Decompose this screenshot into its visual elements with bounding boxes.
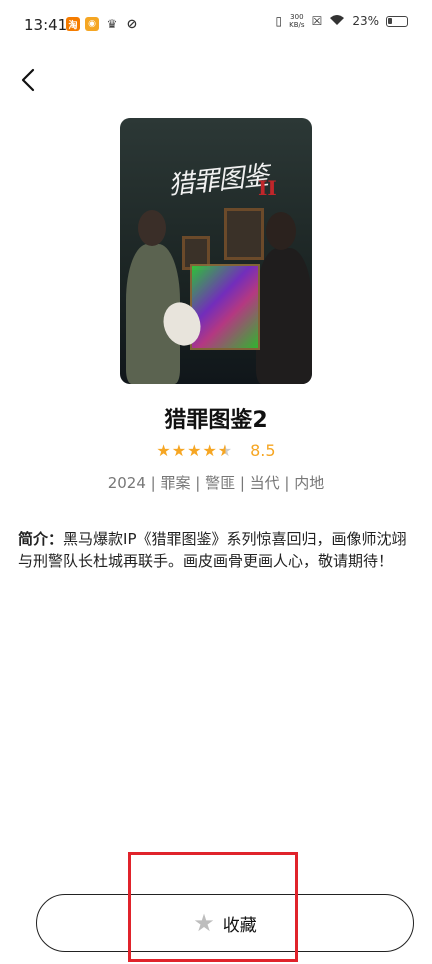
wifi-icon xyxy=(329,14,345,29)
battery-percent: 23% xyxy=(352,14,379,28)
taobao-icon: 淘 xyxy=(66,17,80,31)
star-icon: ★ xyxy=(156,440,171,460)
chevron-left-icon xyxy=(21,68,35,92)
poster-title: 猎罪图鉴 xyxy=(166,160,270,202)
favorite-label: 收藏 xyxy=(222,915,257,936)
crown-icon: ♛ xyxy=(106,17,118,31)
poster-head-right xyxy=(266,212,296,250)
star-icon: ★ xyxy=(187,440,202,460)
net-speed-unit: KB/s xyxy=(289,21,305,29)
status-app-icons: 淘 ◉ ♛ ⊘ xyxy=(66,16,139,32)
rating-row: ★ ★ ★ ★ ★ 8.5 xyxy=(0,441,432,460)
link-icon: ⊘ xyxy=(126,16,138,32)
status-bar: 13:41 淘 ◉ ♛ ⊘ ▯ 300 KB/s ☒ 23% xyxy=(0,0,432,52)
poster-image: 猎罪图鉴 II xyxy=(120,118,312,384)
sim-icon: ☒ xyxy=(311,14,323,28)
net-speed: 300 KB/s xyxy=(289,13,304,29)
synopsis-label: 简介： xyxy=(18,530,64,548)
status-time: 13:41 xyxy=(24,16,68,34)
rating-score: 8.5 xyxy=(250,441,276,460)
status-right: ▯ 300 KB/s ☒ 23% xyxy=(276,13,408,29)
rating-stars: ★ ★ ★ ★ ★ xyxy=(156,440,233,460)
show-title: 猎罪图鉴2 xyxy=(164,408,268,433)
favorite-button[interactable]: ★ 收藏 xyxy=(36,894,414,952)
net-speed-value: 300 xyxy=(290,13,304,21)
battery-icon xyxy=(386,15,408,27)
app-icon: ◉ xyxy=(85,17,99,31)
star-icon: ★ xyxy=(193,909,215,937)
poster-frame-large xyxy=(224,208,264,260)
poster-figure-right xyxy=(256,248,312,384)
poster-head-left xyxy=(138,210,166,246)
show-meta: 2024 | 罪案 | 警匪 | 当代 | 内地 xyxy=(107,474,325,492)
back-button[interactable] xyxy=(14,66,42,94)
poster-title-number: II xyxy=(258,176,277,200)
star-icon: ★ xyxy=(171,440,187,460)
synopsis-text: 黑马爆款IP《猎罪图鉴》系列惊喜回归，画像师沈翊与刑警队长杜城再联手。画皮画骨更… xyxy=(18,530,407,570)
star-icon: ★ xyxy=(202,440,217,460)
half-star-icon: ★ xyxy=(217,440,233,460)
synopsis: 简介：黑马爆款IP《猎罪图鉴》系列惊喜回归，画像师沈翊与刑警队长杜城再联手。画皮… xyxy=(18,528,414,572)
poster-canvas-art xyxy=(190,264,260,350)
vibrate-icon: ▯ xyxy=(275,14,283,28)
